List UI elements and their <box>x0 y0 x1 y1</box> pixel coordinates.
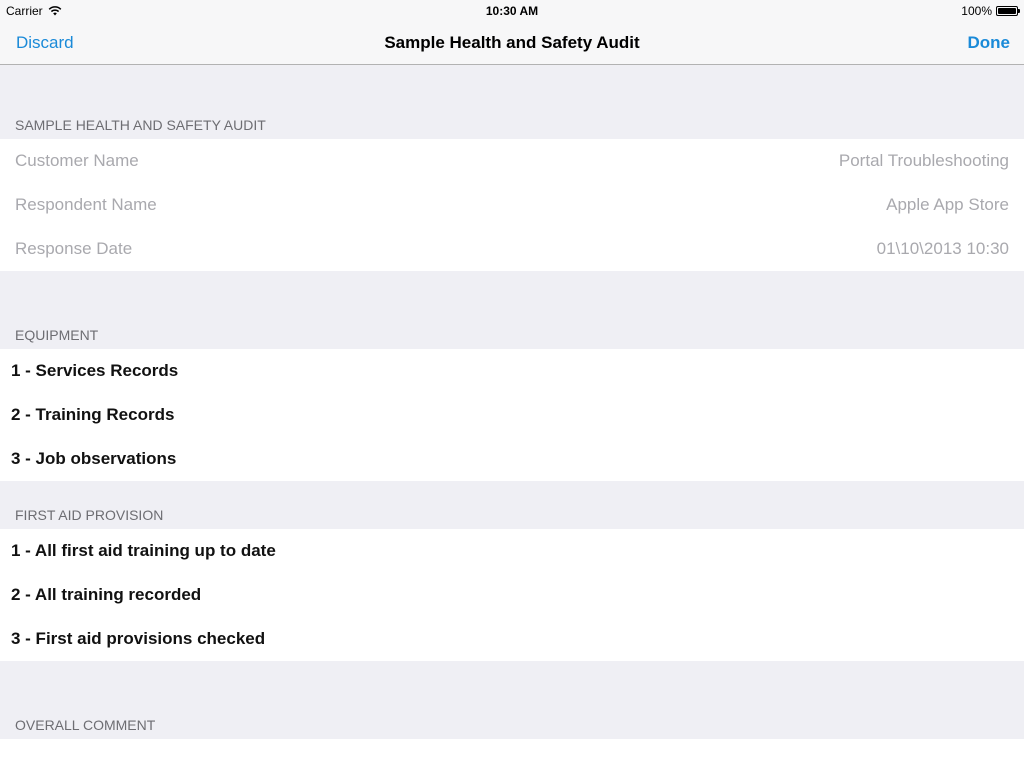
audit-info-group: Customer Name Portal Troubleshooting Res… <box>0 139 1024 271</box>
form-table[interactable]: Sample Health and Safety Audit Customer … <box>0 66 1024 768</box>
question-row-provisions-checked[interactable]: 3 - First aid provisions checked <box>0 617 1024 661</box>
info-row-value: Portal Troubleshooting <box>838 151 1009 170</box>
section-header-overall-comment: Overall Comment <box>15 717 156 733</box>
question-label: 1 - Services Records <box>11 361 179 380</box>
equipment-group: 1 - Services Records 2 - Training Record… <box>0 349 1024 481</box>
question-row-services-records[interactable]: 1 - Services Records <box>0 349 1024 393</box>
info-row-customer-name[interactable]: Customer Name Portal Troubleshooting <box>0 139 1024 183</box>
battery-indicator: 100% <box>961 4 1020 18</box>
question-row-first-aid-training[interactable]: 1 - All first aid training up to date <box>0 529 1024 573</box>
question-label: 3 - Job observations <box>11 449 177 468</box>
question-label: 3 - First aid provisions checked <box>11 629 266 648</box>
info-row-response-date[interactable]: Response Date 01\10\2013 10:30 <box>0 227 1024 271</box>
status-time: 10:30 AM <box>485 4 539 18</box>
info-row-label: Response Date <box>15 239 133 258</box>
battery-icon <box>996 6 1020 16</box>
done-button[interactable]: Done <box>968 33 1011 53</box>
section-header-equipment: Equipment <box>15 327 99 343</box>
overall-comment-field[interactable] <box>0 739 1024 768</box>
info-row-value: 01\10\2013 10:30 <box>876 239 1009 258</box>
navigation-bar: Discard Sample Health and Safety Audit D… <box>0 20 1024 65</box>
question-label: 1 - All first aid training up to date <box>11 541 276 560</box>
section-header-audit: Sample Health and Safety Audit <box>15 117 266 133</box>
question-row-job-observations[interactable]: 3 - Job observations <box>0 437 1024 481</box>
question-row-training-records[interactable]: 2 - Training Records <box>0 393 1024 437</box>
info-row-respondent-name[interactable]: Respondent Name Apple App Store <box>0 183 1024 227</box>
info-row-value: Apple App Store <box>886 195 1009 214</box>
info-row-label: Customer Name <box>15 151 139 170</box>
question-row-training-recorded[interactable]: 2 - All training recorded <box>0 573 1024 617</box>
question-label: 2 - Training Records <box>11 405 175 424</box>
section-header-first-aid: First Aid Provision <box>15 507 164 523</box>
question-label: 2 - All training recorded <box>11 585 202 604</box>
info-row-label: Respondent Name <box>15 195 157 214</box>
status-bar: Carrier 10:30 AM 100% <box>0 0 1024 20</box>
first-aid-group: 1 - All first aid training up to date 2 … <box>0 529 1024 661</box>
page-title: Sample Health and Safety Audit <box>384 33 640 52</box>
battery-percent: 100% <box>961 4 992 18</box>
